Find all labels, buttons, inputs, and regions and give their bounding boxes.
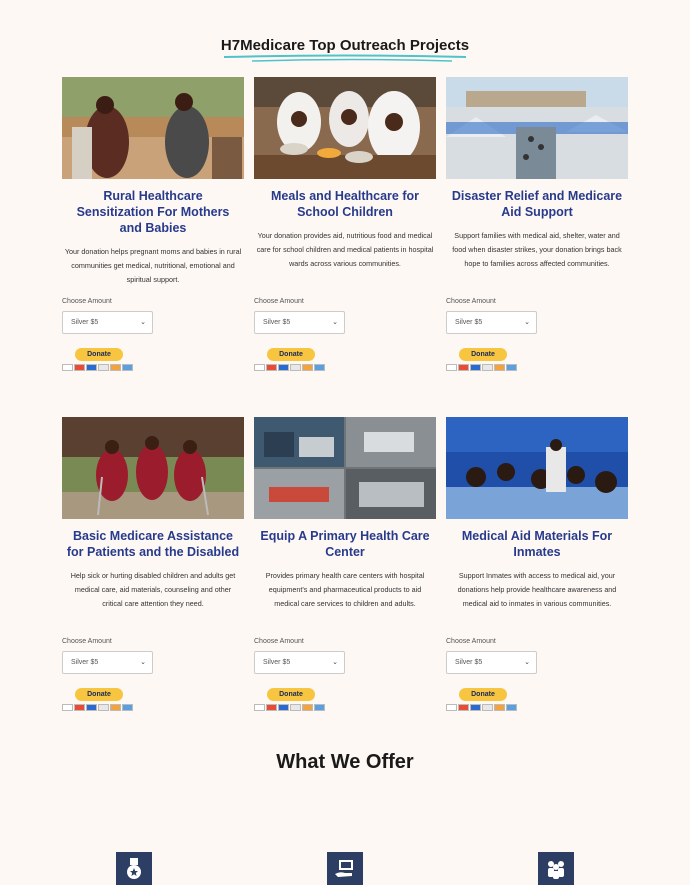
donate-button[interactable]: Donate [459, 348, 507, 361]
project-title: Medical Aid Materials For Inmates [461, 529, 613, 559]
offer-title: What We Offer [276, 751, 414, 773]
payment-cards-icon [62, 364, 133, 372]
chevron-down-icon: ⌄ [524, 319, 530, 326]
choose-amount-label: Choose Amount [254, 638, 304, 645]
donate-button[interactable]: Donate [267, 348, 315, 361]
project-title: Basic Medicare Assistance for Patients a… [66, 529, 240, 559]
payment-cards-icon [446, 704, 517, 712]
choose-amount-label: Choose Amount [62, 638, 112, 645]
project-title: Rural Healthcare Sensitization For Mothe… [76, 189, 230, 235]
project-title: Disaster Relief and Medicare Aid Support [451, 189, 623, 219]
choose-amount-label: Choose Amount [446, 298, 496, 305]
amount-select-value: Silver $5 [71, 659, 99, 666]
choose-amount-label: Choose Amount [446, 638, 496, 645]
title-underline [223, 54, 467, 62]
amount-select[interactable]: Silver $5 ⌄ [62, 311, 153, 334]
chevron-down-icon: ⌄ [524, 659, 530, 666]
amount-select[interactable]: Silver $5 ⌄ [254, 651, 345, 674]
payment-cards-icon [446, 364, 517, 372]
project-description: Support Inmates with access to medical a… [457, 571, 617, 608]
chevron-down-icon: ⌄ [332, 659, 338, 666]
project-description: Help sick or hurting disabled children a… [70, 571, 236, 608]
chevron-down-icon: ⌄ [332, 319, 338, 326]
amount-select-value: Silver $5 [71, 319, 99, 326]
project-photo [254, 77, 436, 179]
donate-button[interactable]: Donate [75, 688, 123, 701]
amount-select-value: Silver $5 [455, 319, 483, 326]
medal-icon [116, 852, 152, 885]
donate-button[interactable]: Donate [459, 688, 507, 701]
amount-select-value: Silver $5 [455, 659, 483, 666]
chevron-down-icon: ⌄ [140, 319, 146, 326]
amount-select-value: Silver $5 [263, 659, 291, 666]
project-photo [446, 417, 628, 519]
people-group-icon [538, 852, 574, 885]
chevron-down-icon: ⌄ [140, 659, 146, 666]
payment-cards-icon [254, 364, 325, 372]
project-card: Equip A Primary Health Care Center Provi… [254, 417, 436, 717]
payment-cards-icon [62, 704, 133, 712]
amount-select[interactable]: Silver $5 ⌄ [446, 311, 537, 334]
donate-button[interactable]: Donate [267, 688, 315, 701]
project-card: Rural Healthcare Sensitization For Mothe… [62, 77, 244, 377]
project-photo [62, 417, 244, 519]
project-photo [446, 77, 628, 179]
project-description: Your donation provides aid, nutritious f… [256, 231, 434, 268]
project-title: Equip A Primary Health Care Center [260, 529, 430, 559]
page-title: H7Medicare Top Outreach Projects [220, 37, 470, 54]
project-card: Disaster Relief and Medicare Aid Support… [446, 77, 628, 377]
project-description: Your donation helps pregnant moms and ba… [64, 247, 242, 284]
project-card: Basic Medicare Assistance for Patients a… [62, 417, 244, 717]
project-description: Support families with medical aid, shelt… [452, 231, 622, 268]
hand-laptop-icon [327, 852, 363, 885]
amount-select[interactable]: Silver $5 ⌄ [62, 651, 153, 674]
project-card: Medical Aid Materials For Inmates Suppor… [446, 417, 628, 717]
donate-button[interactable]: Donate [75, 348, 123, 361]
project-description: Provides primary health care centers wit… [265, 571, 425, 608]
choose-amount-label: Choose Amount [62, 298, 112, 305]
project-card: Meals and Healthcare for School Children… [254, 77, 436, 377]
amount-select-value: Silver $5 [263, 319, 291, 326]
choose-amount-label: Choose Amount [254, 298, 304, 305]
project-photo [254, 417, 436, 519]
project-photo [62, 77, 244, 179]
amount-select[interactable]: Silver $5 ⌄ [446, 651, 537, 674]
amount-select[interactable]: Silver $5 ⌄ [254, 311, 345, 334]
project-title: Meals and Healthcare for School Children [271, 189, 419, 219]
payment-cards-icon [254, 704, 325, 712]
